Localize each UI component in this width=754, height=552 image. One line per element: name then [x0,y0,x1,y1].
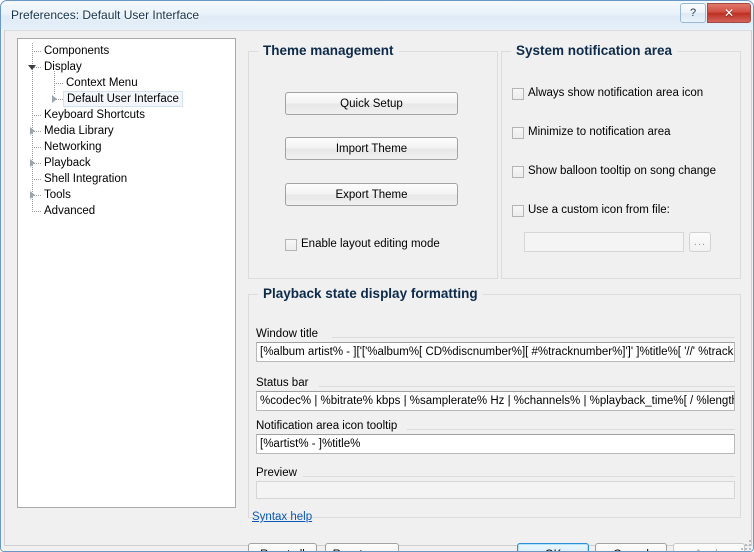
use-custom-icon-checkbox[interactable]: Use a custom icon from file: [512,204,670,217]
status-bar-input[interactable]: %codec% | %bitrate% kbps | %samplerate% … [256,391,735,411]
syntax-help-link[interactable]: Syntax help [252,511,312,523]
balloon-tooltip-checkbox[interactable]: Show balloon tooltip on song change [512,165,716,178]
quick-setup-button[interactable]: Quick Setup [285,92,458,115]
status-bar-label: Status bar [256,377,309,389]
preview-divider [303,476,735,477]
tree-guide-line [32,179,41,180]
tray-tooltip-label: Notification area icon tooltip [256,420,398,432]
tree-item-context-menu[interactable]: Context Menu [18,75,235,91]
ok-button[interactable]: OK [517,543,589,551]
custom-icon-path-input[interactable] [524,232,684,252]
reset-all-button[interactable]: Reset all [248,543,317,551]
resize-grip[interactable] [741,540,753,551]
checkbox-box [512,166,524,178]
checkbox-box [285,239,297,251]
tree-item-label: Default User Interface [63,91,183,107]
tree-item-advanced[interactable]: Advanced [18,203,235,219]
tree-item-label: Advanced [44,205,96,217]
system-notification-area-group: System notification area Always show not… [501,43,741,279]
checkbox-box [512,127,524,139]
chevron-right-icon[interactable] [28,159,37,168]
theme-management-group: Theme management Quick Setup Import Them… [248,43,498,279]
tree-item-label: Display [44,61,82,73]
tree-item-label: Tools [44,189,71,201]
always-show-notification-icon-label: Always show notification area icon [528,87,704,99]
preview-output [256,481,735,499]
window-title-label: Window title [256,328,318,340]
window-title-input[interactable]: [%album artist% - ]['['%album%[ CD%discn… [256,342,735,362]
enable-layout-editing-label: Enable layout editing mode [301,238,440,250]
preferences-tree[interactable]: Components Display Context Menu Default Use… [17,38,236,508]
reset-page-button[interactable]: Reset page [325,543,399,551]
tree-guide-line [54,83,63,84]
import-theme-button[interactable]: Import Theme [285,137,458,160]
help-icon[interactable]: ? [680,3,706,23]
minimize-to-notification-area-checkbox[interactable]: Minimize to notification area [512,126,671,139]
always-show-notification-icon-checkbox[interactable]: Always show notification area icon [512,87,704,100]
balloon-tooltip-label: Show balloon tooltip on song change [528,165,716,177]
tree-item-networking[interactable]: Networking [18,139,235,155]
minimize-to-notification-area-label: Minimize to notification area [528,126,671,138]
dialog-inner-panel: Components Display Context Menu Default Use… [4,30,752,551]
browse-file-button[interactable]: ... [689,232,711,252]
checkbox-box [512,88,524,100]
system-notification-area-legend: System notification area [511,43,678,58]
tree-item-label: Keyboard Shortcuts [44,109,146,121]
tree-item-label: Shell Integration [44,173,128,185]
export-theme-button[interactable]: Export Theme [285,183,458,206]
window-title: Preferences: Default User Interface [11,8,200,22]
tree-item-label: Playback [44,157,91,169]
tree-item-display[interactable]: Display [18,59,235,75]
chevron-right-icon[interactable] [28,127,37,136]
theme-management-legend: Theme management [258,43,399,58]
tree-item-label: Components [44,45,110,57]
checkbox-box [512,205,524,217]
tree-item-tools[interactable]: Tools [18,187,235,203]
tree-guide-line [32,115,41,116]
apply-button[interactable]: Apply [673,543,745,551]
tree-guide-line [32,51,41,52]
tree-item-playback[interactable]: Playback [18,155,235,171]
chevron-right-icon[interactable] [50,95,59,104]
preview-label: Preview [256,467,297,479]
tree-item-media-library[interactable]: Media Library [18,123,235,139]
chevron-right-icon[interactable] [28,191,37,200]
dialog-client-area: Components Display Context Menu Default Use… [1,30,753,551]
enable-layout-editing-checkbox[interactable]: Enable layout editing mode [285,238,440,251]
tree-item-default-user-interface[interactable]: Default User Interface [18,91,235,107]
tree-item-components[interactable]: Components [18,43,235,59]
window-title-divider [332,337,735,338]
cancel-button[interactable]: Cancel [595,543,667,551]
tray-tooltip-divider [407,429,735,430]
status-bar-divider [319,386,735,387]
chevron-down-icon[interactable] [28,63,37,72]
tree-item-shell-integration[interactable]: Shell Integration [18,171,235,187]
playback-state-formatting-group: Playback state display formatting Window… [248,286,741,518]
playback-state-formatting-legend: Playback state display formatting [258,286,483,301]
caption-buttons: ? ✕ [680,3,751,23]
use-custom-icon-label: Use a custom icon from file: [528,204,670,216]
close-icon[interactable]: ✕ [707,3,751,23]
tree-guide-line [32,211,41,212]
tree-item-label: Context Menu [66,77,138,89]
tray-tooltip-input[interactable]: [%artist% - ]%title% [256,434,735,454]
tree-item-label: Media Library [44,125,114,137]
preferences-window: Preferences: Default User Interface ? ✕ … [0,0,754,552]
tree-item-label: Networking [44,141,102,153]
tree-guide-line [32,147,41,148]
title-bar[interactable]: Preferences: Default User Interface ? ✕ [1,1,753,30]
tree-item-keyboard-shortcuts[interactable]: Keyboard Shortcuts [18,107,235,123]
